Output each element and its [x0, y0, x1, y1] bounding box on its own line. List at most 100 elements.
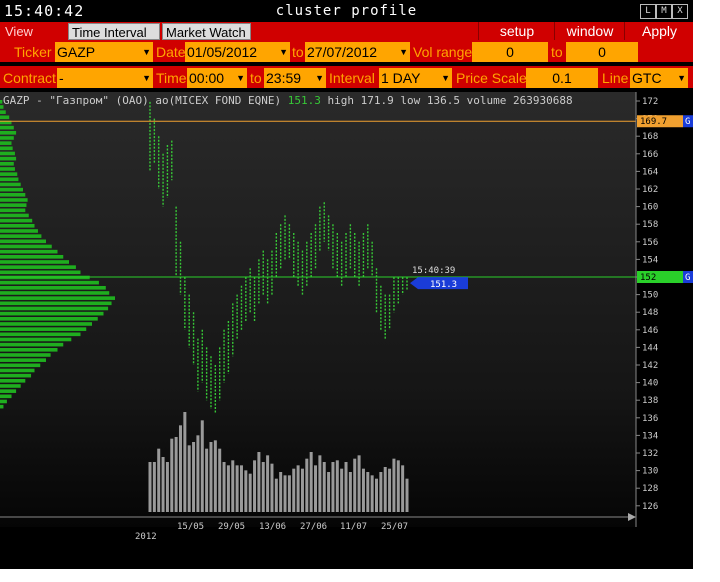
- price-tick-label: 126: [642, 502, 658, 512]
- low-value: 136.5: [426, 94, 461, 107]
- price-tick-label: 168: [642, 132, 658, 142]
- price-axis: 1721701681661641621601581561541521501481…: [635, 92, 658, 527]
- chevron-down-icon: ▼: [399, 47, 408, 57]
- profile-bar: [0, 146, 13, 151]
- cluster-profile-chart[interactable]: 1721701681661641621601581561541521501481…: [0, 92, 693, 569]
- contract-select[interactable]: - ▼: [57, 68, 153, 88]
- profile-bar: [0, 125, 14, 130]
- price-tick-label: 154: [642, 255, 658, 265]
- ticker-select[interactable]: GAZP ▼: [55, 42, 153, 62]
- volume-bar: [357, 455, 361, 512]
- profile-bar: [0, 110, 6, 114]
- low-label: low: [400, 94, 421, 107]
- profile-bar: [0, 280, 99, 285]
- profile-bar: [0, 337, 72, 342]
- interval-select[interactable]: 1 DAY ▼: [379, 68, 452, 88]
- price-scale-label: Price Scale: [456, 68, 527, 88]
- volume-bar: [331, 462, 335, 512]
- parameter-row-2: Contract - ▼ Time 00:00 ▼ to 23:59 ▼ Interv…: [0, 66, 693, 88]
- time-to-label: to: [250, 68, 262, 88]
- date-tick-label: 25/07: [381, 522, 408, 532]
- price-tick-label: 128: [642, 484, 658, 494]
- apply-button[interactable]: Apply: [624, 22, 693, 40]
- volume-bar: [340, 468, 344, 512]
- profile-bar: [0, 218, 33, 223]
- price-tick-label: 172: [642, 97, 658, 107]
- date-tick-label: 15/05: [177, 522, 204, 532]
- application-window: 15:40:42 cluster profile L M X View DOM …: [0, 0, 693, 569]
- setup-button[interactable]: setup: [478, 22, 555, 40]
- profile-bar: [0, 358, 46, 362]
- contract-label: Contract: [3, 68, 56, 88]
- volume-bar: [322, 462, 326, 512]
- volume-bar: [170, 438, 174, 512]
- volume-bar: [165, 462, 169, 512]
- volume-label: volume: [466, 94, 507, 107]
- vol-from-input[interactable]: 0: [472, 42, 548, 62]
- volume-bar: [213, 440, 217, 512]
- line-select[interactable]: GTC ▼: [630, 68, 688, 88]
- profile-bar: [0, 255, 64, 259]
- time-from-select[interactable]: 00:00 ▼: [187, 68, 247, 88]
- profile-bar: [0, 162, 14, 166]
- window-button-l[interactable]: L: [640, 4, 656, 19]
- date-tick-label: 27/06: [300, 522, 327, 532]
- volume-bar: [375, 478, 379, 512]
- volume-bar: [200, 420, 204, 512]
- volume-bar: [266, 455, 270, 512]
- profile-bar: [0, 348, 58, 352]
- window-button-m[interactable]: M: [656, 4, 672, 19]
- volume-bar: [279, 472, 283, 512]
- volume-bar: [270, 463, 274, 512]
- profile-bar: [0, 187, 23, 192]
- green-level-value: 152: [640, 273, 656, 283]
- volume-bar: [187, 445, 191, 512]
- volume-bar: [157, 448, 161, 512]
- tab-view-dom[interactable]: View DOM: [2, 23, 68, 56]
- profile-bar: [0, 239, 46, 244]
- profile-bar: [0, 389, 17, 393]
- price-tick-label: 146: [642, 326, 658, 336]
- profile-bar: [0, 363, 41, 368]
- volume-bar: [239, 465, 243, 512]
- window-menu-button[interactable]: window: [554, 22, 625, 40]
- vol-to-input[interactable]: 0: [566, 42, 638, 62]
- profile-bar: [0, 100, 3, 104]
- volume-bar: [335, 460, 339, 512]
- tab-time-interval[interactable]: Time Interval: [68, 23, 160, 40]
- volume-bar: [152, 462, 156, 512]
- window-title: cluster profile: [275, 3, 418, 19]
- date-to-select[interactable]: 27/07/2012 ▼: [305, 42, 410, 62]
- volume-value: 263930688: [513, 94, 573, 107]
- volume-bar: [401, 465, 405, 512]
- price-tick-label: 138: [642, 396, 658, 406]
- price-tick-label: 148: [642, 308, 658, 318]
- profile-bar: [0, 182, 21, 187]
- volume-bar: [292, 468, 296, 512]
- price-tick-label: 144: [642, 343, 658, 353]
- date-from-select[interactable]: 01/05/2012 ▼: [185, 42, 290, 62]
- title-bar: 15:40:42 cluster profile L M X: [0, 0, 693, 22]
- price-tick-label: 164: [642, 167, 658, 177]
- profile-bar: [0, 141, 12, 145]
- window-close-button[interactable]: X: [672, 4, 688, 19]
- cursor-time: 15:40:39: [412, 266, 455, 276]
- green-level-g-text: G: [685, 273, 690, 283]
- profile-bar: [0, 311, 104, 316]
- profile-bar: [0, 286, 106, 290]
- price-tick-label: 132: [642, 449, 658, 459]
- volume-bar: [231, 460, 235, 512]
- chart-canvas[interactable]: 1721701681661641621601581561541521501481…: [0, 92, 693, 569]
- time-to-select[interactable]: 23:59 ▼: [264, 68, 326, 88]
- tab-market-watch[interactable]: Market Watch: [162, 23, 251, 40]
- volume-bar: [396, 460, 400, 512]
- profile-bar: [0, 167, 15, 171]
- profile-bar: [0, 193, 26, 197]
- volume-bar: [300, 468, 304, 512]
- price-tick-label: 130: [642, 467, 658, 477]
- volume-bar: [244, 470, 248, 512]
- price-scale-input[interactable]: 0.1: [526, 68, 598, 88]
- date-to-label: to: [292, 42, 304, 62]
- price-tick-label: 150: [642, 291, 658, 301]
- profile-bar: [0, 404, 4, 409]
